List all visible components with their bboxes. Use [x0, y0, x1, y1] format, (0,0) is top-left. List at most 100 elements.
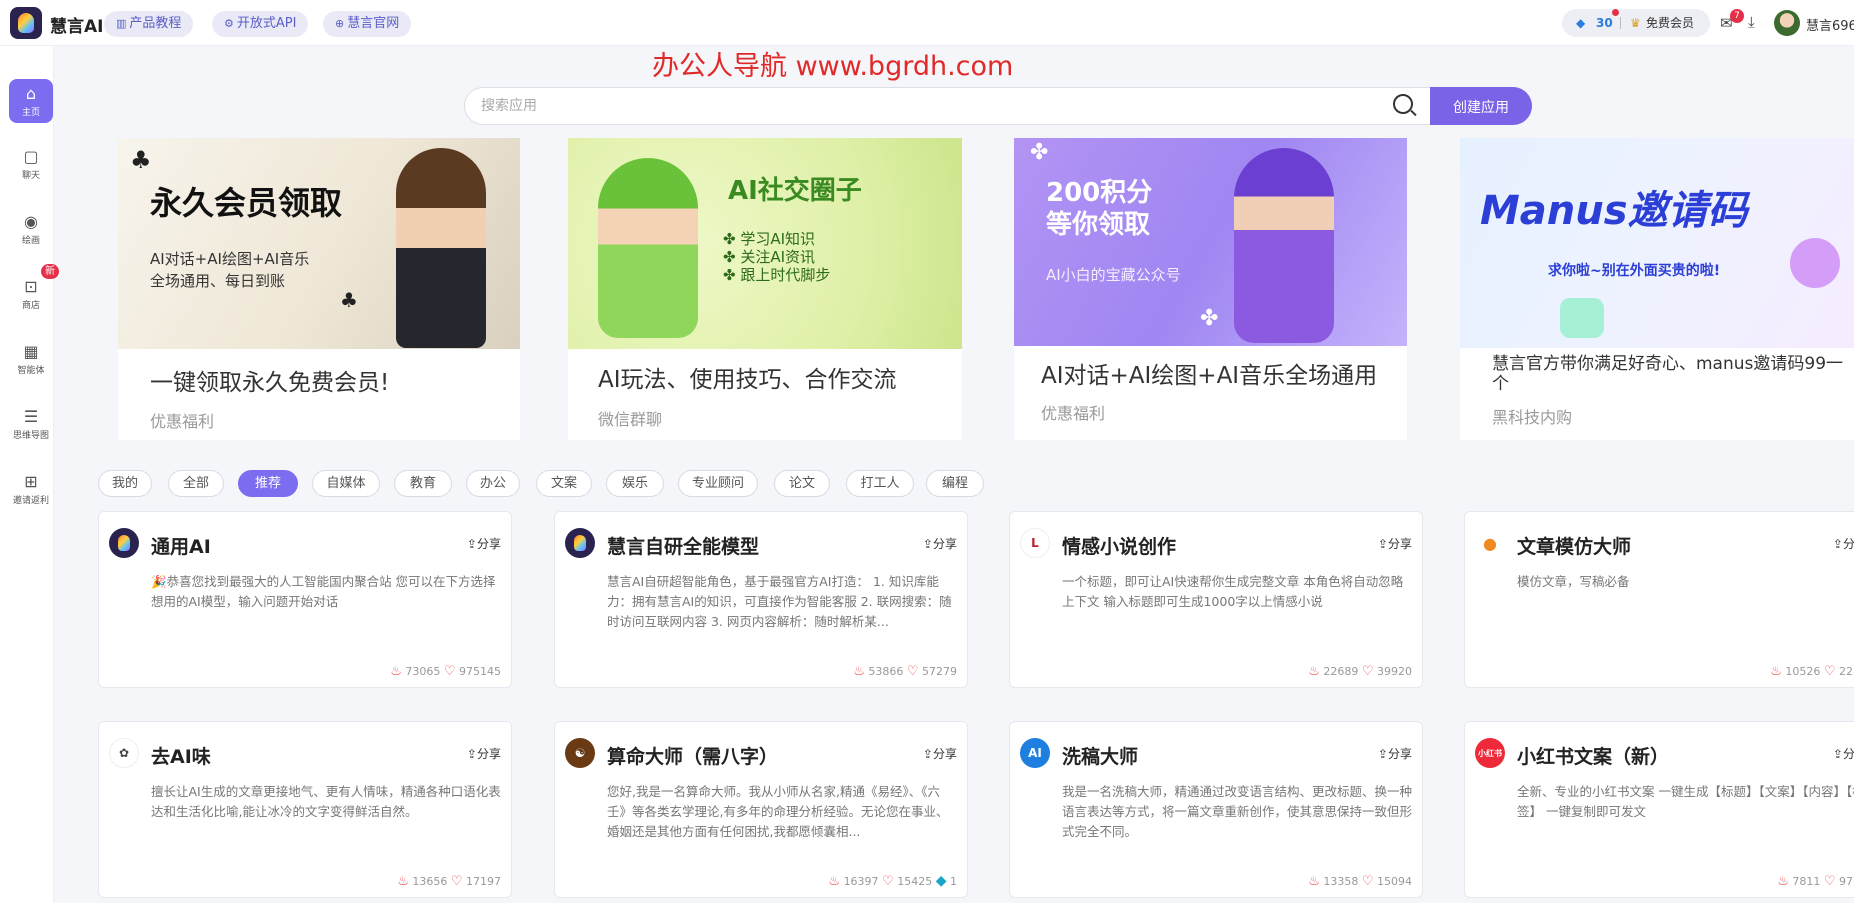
tab-consultant[interactable]: 专业顾问	[678, 470, 758, 497]
card-title: 小红书文案（新）	[1517, 746, 1670, 768]
home-icon: ⌂	[25, 84, 37, 103]
card-stats: ♨ 73065 ♡ 975145	[390, 664, 501, 679]
diamond-icon: ◆	[935, 873, 947, 889]
shop-icon: ⊡	[24, 277, 38, 296]
sidebar-item-mindmap[interactable]: ☰ 思维导图	[9, 402, 53, 446]
tab-entertainment[interactable]: 娱乐	[606, 470, 664, 497]
banner-subtitle: 黑科技内购	[1492, 408, 1573, 427]
book-icon: ▥	[116, 17, 127, 30]
banner-card-vip[interactable]: 永久会员领取 AI对话+AI绘图+AI音乐 全场通用、每日到账 ♣ ♣ 一键领取…	[118, 138, 520, 440]
decorative-bubble	[1560, 298, 1604, 338]
download-icon[interactable]: ⤓	[1748, 13, 1755, 31]
app-card-xiaohongshu[interactable]: 小红书 小红书文案（新） ⇪分享 全新、专业的小红书文案 一键生成【标题】【文案…	[1464, 721, 1854, 898]
fire-icon: ♨	[397, 874, 409, 889]
fire-icon: ♨	[1308, 664, 1320, 679]
app-card-fortune[interactable]: ☯ 算命大师（需八字） ⇪分享 您好,我是一名算命大师。我从小师从名家,精通《易…	[554, 721, 968, 898]
card-description: 模仿文章，写稿必备	[1517, 574, 1630, 589]
sidebar-item-invite[interactable]: ⊞ 邀请返利	[9, 467, 53, 511]
tab-education[interactable]: 教育	[394, 470, 452, 497]
app-card-novel[interactable]: L 情感小说创作 ⇪分享 一个标题，即可让AI快速帮你生成完整文章 本角色将自动…	[1009, 511, 1423, 688]
card-title: 通用AI	[151, 536, 211, 558]
share-button[interactable]: ⇪分享	[923, 535, 957, 552]
tab-programming[interactable]: 编程	[926, 470, 984, 497]
app-card-general-ai[interactable]: 通用AI ⇪分享 🎉恭喜您找到最强大的人工智能国内聚合站 您可以在下方选择想用的…	[98, 511, 512, 688]
tab-thesis[interactable]: 论文	[774, 470, 830, 497]
card-title: 算命大师（需八字）	[607, 746, 779, 768]
tab-recommended[interactable]: 推荐	[238, 470, 298, 497]
nav-api-button[interactable]: ⚙ 开放式API	[212, 11, 309, 37]
app-card-self-model[interactable]: 慧言自研全能模型 ⇪分享 慧言AI自研超智能角色，基于最强官方AI打造： 1. …	[554, 511, 968, 688]
banner-title: AI玩法、使用技巧、合作交流	[598, 367, 897, 393]
like-icon: ♡	[1361, 664, 1374, 679]
card-stats: ♨ 10526 ♡ 2287	[1770, 664, 1854, 679]
tab-worker[interactable]: 打工人	[846, 470, 914, 497]
banner-card-manus[interactable]: Manus邀请码 求你啦~别在外面买贵的啦! 慧言官方带你满足好奇心、manus…	[1460, 138, 1854, 440]
fire-icon: ♨	[390, 664, 402, 679]
sidebar-item-chat[interactable]: ▢ 聊天	[9, 142, 53, 186]
card-stats: ♨ 13656 ♡ 17197	[397, 874, 501, 889]
sidebar-item-draw[interactable]: ◉ 绘画	[9, 207, 53, 251]
top-bar: 慧言AI ▥ 产品教程 ⚙ 开放式API ⊕ 慧言官网 ◆ 30 ♛ 免费会员 ✉ 7…	[0, 0, 1854, 46]
share-icon: ⇪	[1832, 537, 1843, 551]
card-stats: ♨ 16397 ♡ 15425 ◆ 1	[828, 873, 957, 889]
tab-copywriting[interactable]: 文案	[536, 470, 592, 497]
app-card-rewrite[interactable]: AI 洗稿大师 ⇪分享 我是一名洗稿大师，精通通过改变语言结构、更改标题、换一种…	[1009, 721, 1423, 898]
nav-tutorial-button[interactable]: ▥ 产品教程	[104, 11, 194, 37]
fire-icon: ♨	[828, 874, 841, 889]
sidebar-item-shop[interactable]: ⊡ 商店新	[9, 264, 59, 316]
tab-office[interactable]: 办公	[466, 470, 520, 497]
share-button[interactable]: ⇪分享	[1378, 745, 1412, 762]
new-badge: 新	[41, 264, 59, 279]
banner-image: Manus邀请码 求你啦~别在外面买贵的啦!	[1460, 138, 1854, 348]
like-icon: ♡	[906, 664, 919, 679]
search-input[interactable]	[479, 88, 1379, 124]
points-membership-pill[interactable]: ◆ 30 ♛ 免费会员	[1562, 9, 1710, 37]
app-card-remove-ai[interactable]: ✿ 去AI味 ⇪分享 擅长让AI生成的文章更接地气、更有人情味，精通各种口语化表…	[98, 721, 512, 898]
share-button[interactable]: ⇪分享	[1833, 745, 1854, 762]
mail-count-badge: 7	[1730, 9, 1744, 23]
banner-card-social[interactable]: AI社交圈子 ✤ 学习AI知识 ✤ 关注AI资讯 ✤ 跟上时代脚步 AI玩法、使…	[568, 138, 962, 440]
remove-ai-icon: ✿	[109, 738, 139, 768]
points-count: 30	[1596, 16, 1613, 30]
banner-image: 200积分 等你领取 AI小白的宝藏公众号 ✤ ✤	[1014, 138, 1407, 346]
share-button[interactable]: ⇪分享	[467, 745, 501, 762]
club-icon: ✤	[1030, 140, 1049, 165]
character-illustration	[598, 158, 698, 338]
card-title: 慧言自研全能模型	[607, 536, 760, 558]
banner-subtitle: 微信群聊	[598, 410, 663, 429]
palette-icon: ◉	[24, 212, 38, 231]
create-app-button[interactable]: 创建应用	[1430, 87, 1532, 125]
fire-icon: ♨	[1308, 874, 1320, 889]
sidebar-item-home[interactable]: ⌂ 主页	[9, 79, 53, 123]
tab-all[interactable]: 全部	[168, 470, 224, 497]
nav-website-button[interactable]: ⊕ 慧言官网	[323, 11, 412, 37]
globe-icon: ⊕	[335, 17, 345, 30]
banner-card-points[interactable]: 200积分 等你领取 AI小白的宝藏公众号 ✤ ✤ AI对话+AI绘图+AI音乐…	[1014, 138, 1407, 440]
vip-label: 免费会员	[1646, 16, 1695, 30]
share-icon: ⇪	[1832, 747, 1843, 761]
share-button[interactable]: ⇪分享	[467, 535, 501, 552]
username[interactable]: 慧言696	[1806, 15, 1854, 34]
search-icon[interactable]	[1393, 94, 1413, 114]
xiaohongshu-icon: 小红书	[1475, 738, 1505, 768]
character-illustration	[1234, 148, 1334, 343]
like-icon: ♡	[882, 874, 894, 889]
chat-icon: ▢	[23, 147, 39, 166]
self-model-icon	[565, 528, 595, 558]
club-icon: ♣	[340, 288, 358, 312]
banner-image: AI社交圈子 ✤ 学习AI知识 ✤ 关注AI资讯 ✤ 跟上时代脚步	[568, 138, 962, 349]
general-ai-icon	[109, 528, 139, 558]
share-button[interactable]: ⇪分享	[1378, 535, 1412, 552]
share-button[interactable]: ⇪分享	[1833, 535, 1854, 552]
tab-self-media[interactable]: 自媒体	[312, 470, 380, 497]
like-icon: ♡	[1823, 874, 1836, 889]
banner-image: 永久会员领取 AI对话+AI绘图+AI音乐 全场通用、每日到账 ♣ ♣	[118, 138, 520, 349]
card-title: 文章模仿大师	[1517, 536, 1632, 558]
sidebar-item-agent[interactable]: ▦ 智能体	[9, 337, 53, 381]
logo-icon[interactable]	[10, 7, 42, 39]
avatar[interactable]	[1774, 10, 1800, 36]
share-button[interactable]: ⇪分享	[923, 745, 957, 762]
tab-mine[interactable]: 我的	[98, 470, 152, 497]
share-icon: ⇪	[466, 747, 477, 761]
app-card-imitate[interactable]: ● 文章模仿大师 ⇪分享 模仿文章，写稿必备 ♨ 10526 ♡ 2287	[1464, 511, 1854, 688]
